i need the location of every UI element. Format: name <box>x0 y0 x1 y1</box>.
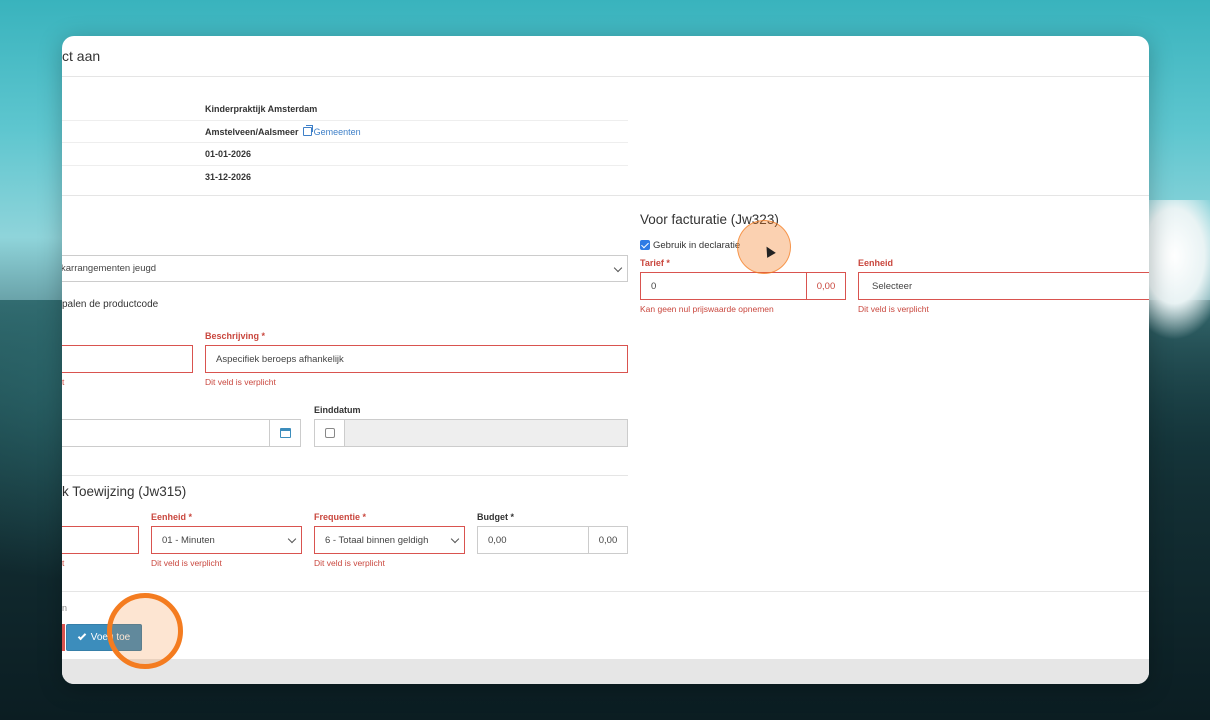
end-date-value: 31-12-2026 <box>205 171 252 182</box>
copy-icon <box>302 125 313 136</box>
contract-info-table: Kinderpraktijk Amsterdam Amstelveen/Aals… <box>62 98 628 188</box>
beschrijving-error: Dit veld is verplicht <box>205 377 276 387</box>
category-select[interactable]: karrangementen jeugd <box>62 255 628 282</box>
budget-addon: 0,00 <box>588 526 628 554</box>
tarief-input[interactable]: 0 <box>640 272 807 300</box>
budget-label: Budget * <box>477 512 514 522</box>
gemeenten-link[interactable]: Gemeenten <box>302 125 361 137</box>
toewijzing-volume-error: t <box>62 558 65 568</box>
einddatum-input <box>344 419 628 447</box>
region-value: Amstelveen/Aalsmeer Gemeenten <box>205 125 361 137</box>
frequentie-label: Frequentie * <box>314 512 367 522</box>
gebruik-in-declaratie-checkbox[interactable] <box>640 240 650 250</box>
calendar-icon <box>279 428 291 438</box>
facturatie-eenheid-label: Eenheid <box>858 258 894 268</box>
info-row-end: 31-12-2026 <box>62 166 628 189</box>
frequentie-select[interactable]: 6 - Totaal binnen geldigh <box>314 526 465 554</box>
tarief-error: Kan geen nul prijswaarde opnemen <box>640 304 774 314</box>
calendar-button[interactable] <box>269 419 301 447</box>
toewijzing-eenheid-select[interactable]: 01 - Minuten <box>151 526 302 554</box>
tarief-addon: 0,00 <box>806 272 846 300</box>
info-row-region: Amstelveen/Aalsmeer Gemeenten <box>62 121 628 143</box>
cancel-button[interactable] <box>62 624 65 651</box>
gemeenten-link-label: Gemeenten <box>313 126 361 137</box>
provider-value: Kinderpraktijk Amsterdam <box>205 104 318 114</box>
budget-input[interactable]: 0,00 <box>477 526 589 554</box>
budget-value: 0,00 <box>488 534 507 546</box>
info-row-provider: Kinderpraktijk Amsterdam <box>62 98 628 121</box>
toewijzing-volume-input[interactable] <box>62 526 139 554</box>
divider <box>62 195 1149 196</box>
frequentie-value: 6 - Totaal binnen geldigh <box>325 534 429 546</box>
toewijzing-title: k Toewijzing (Jw315) <box>62 484 187 499</box>
einddatum-checkbox-addon[interactable] <box>314 419 345 447</box>
facturatie-eenheid-value: Selecteer <box>872 280 913 292</box>
add-product-modal: ct aan Kinderpraktijk Amsterdam Amstelve… <box>62 36 1149 684</box>
info-row-start: 01-01-2026 <box>62 143 628 166</box>
check-icon <box>77 631 86 641</box>
frequentie-error: Dit veld is verplicht <box>314 558 385 568</box>
category-select-value: karrangementen jeugd <box>62 263 157 274</box>
tarief-label: Tarief * <box>640 258 670 268</box>
modal-header: ct aan <box>62 36 1149 77</box>
einddatum-checkbox[interactable] <box>324 428 335 438</box>
facturatie-eenheid-select[interactable]: Selecteer <box>858 272 1149 300</box>
chevron-down-icon <box>287 534 297 544</box>
einddatum-label: Einddatum <box>314 405 361 415</box>
modal-title: ct aan <box>62 48 101 64</box>
gebruik-in-declaratie-label[interactable]: Gebruik in declaratie <box>653 240 740 251</box>
code-error: t <box>62 377 65 387</box>
beschrijving-input[interactable]: Aspecifiek beroeps afhankelijk <box>205 345 628 373</box>
toewijzing-eenheid-error: Dit veld is verplicht <box>151 558 222 568</box>
toewijzing-eenheid-value: 01 - Minuten <box>162 534 215 546</box>
divider <box>62 591 1149 592</box>
code-input[interactable] <box>62 345 193 373</box>
tarief-value: 0 <box>651 280 657 292</box>
divider <box>62 475 628 476</box>
click-highlight <box>107 593 183 669</box>
modal-footer-bar <box>62 659 1149 684</box>
facturatie-eenheid-error: Dit veld is verplicht <box>858 304 929 314</box>
startdatum-input[interactable] <box>62 419 270 447</box>
beschrijving-value: Aspecifiek beroeps afhankelijk <box>216 353 344 365</box>
start-date-value: 01-01-2026 <box>205 149 252 159</box>
footer-fragment: n <box>62 603 68 613</box>
toewijzing-eenheid-label: Eenheid * <box>151 512 193 522</box>
beschrijving-label: Beschrijving * <box>205 331 266 341</box>
productcode-text: palen de productcode <box>62 299 159 310</box>
region-text: Amstelveen/Aalsmeer <box>205 126 299 137</box>
chevron-down-icon <box>613 263 623 273</box>
